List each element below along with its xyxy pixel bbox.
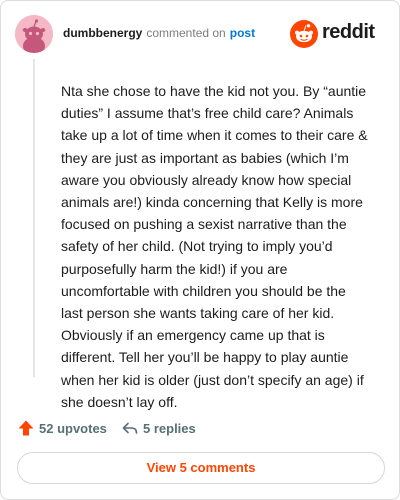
reddit-logo[interactable]: reddit xyxy=(289,17,385,51)
action-text: commented on xyxy=(146,26,226,40)
post-link[interactable]: post xyxy=(230,26,255,40)
comment-meta: dumbbenergy commented on post xyxy=(63,26,255,40)
upvote-arrow-icon xyxy=(17,419,35,437)
reply-count: 5 replies xyxy=(143,420,196,436)
reply-arrow-icon xyxy=(121,419,139,437)
reddit-wordmark: reddit xyxy=(322,21,375,43)
thread-line[interactable] xyxy=(33,59,35,377)
snoo-avatar-icon xyxy=(15,15,53,53)
comment-text: Nta she chose to have the kid not you. B… xyxy=(61,83,368,410)
comment-card: dumbbenergy commented on post reddit Nta s… xyxy=(0,0,400,500)
upvote-count: 52 upvotes xyxy=(39,420,107,436)
replies-button[interactable]: 5 replies xyxy=(121,417,196,439)
view-comments-button[interactable]: View 5 comments xyxy=(17,452,385,484)
upvote-button[interactable]: 52 upvotes xyxy=(17,417,107,439)
comment-header: dumbbenergy commented on post reddit xyxy=(15,15,385,55)
username-link[interactable]: dumbbenergy xyxy=(63,26,142,40)
reddit-snoo-icon xyxy=(290,20,318,48)
comment-actions: 52 upvotes 5 replies xyxy=(17,417,317,439)
user-avatar[interactable] xyxy=(15,15,53,53)
